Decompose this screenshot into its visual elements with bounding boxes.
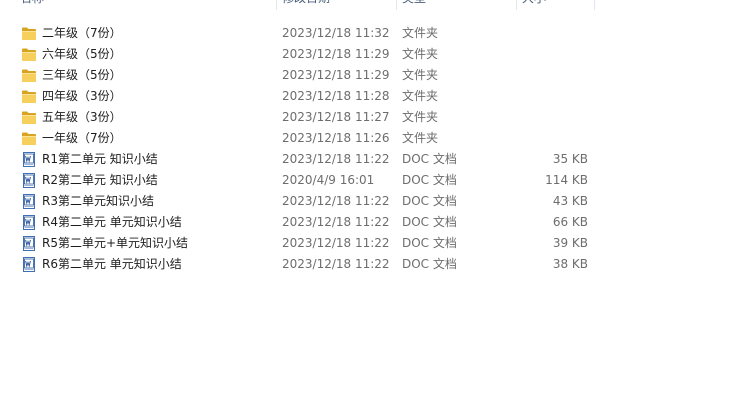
folder-icon: [21, 89, 37, 104]
file-name: R6第二单元 单元知识小结: [42, 257, 182, 271]
file-list: 二年级（7份） 2023/12/18 11:32 文件夹 六年级（5份） 2023/12…: [0, 23, 749, 275]
file-size: [520, 86, 588, 107]
column-header-date[interactable]: 修改日期: [276, 0, 396, 12]
file-name: R5第二单元+单元知识小结: [42, 236, 189, 250]
file-type: 文件夹: [402, 89, 439, 103]
file-type: 文件夹: [402, 26, 439, 40]
file-modified-date: 2023/12/18 11:29: [282, 68, 390, 82]
file-row[interactable]: 一年级（7份） 2023/12/18 11:26 文件夹: [0, 128, 749, 149]
file-name: 二年级（7份）: [42, 26, 122, 40]
file-name: 一年级（7份）: [42, 131, 122, 145]
word-doc-icon: [21, 173, 37, 188]
file-type: DOC 文档: [402, 215, 457, 229]
file-modified-date: 2020/4/9 16:01: [282, 173, 375, 187]
word-doc-icon: [21, 194, 37, 209]
file-modified-date: 2023/12/18 11:28: [282, 89, 390, 103]
file-type: DOC 文档: [402, 173, 457, 187]
file-type: 文件夹: [402, 131, 439, 145]
file-type: DOC 文档: [402, 194, 457, 208]
file-name: 三年级（5份）: [42, 68, 122, 82]
file-modified-date: 2023/12/18 11:27: [282, 110, 390, 124]
file-size: 43 KB: [552, 194, 588, 208]
file-modified-date: 2023/12/18 11:22: [282, 152, 390, 166]
file-row[interactable]: R1第二单元 知识小结 2023/12/18 11:22 DOC 文档 35 KB: [0, 149, 749, 170]
word-doc-icon: [21, 257, 37, 272]
file-size: [520, 44, 588, 65]
file-type: DOC 文档: [402, 152, 457, 166]
word-doc-icon: [21, 215, 37, 230]
file-row[interactable]: R6第二单元 单元知识小结 2023/12/18 11:22 DOC 文档 38 KB: [0, 254, 749, 275]
folder-icon: [21, 68, 37, 83]
column-header-size[interactable]: 大小: [516, 0, 594, 12]
file-type: 文件夹: [402, 47, 439, 61]
file-size: [520, 107, 588, 128]
file-row[interactable]: R3第二单元知识小结 2023/12/18 11:22 DOC 文档 43 KB: [0, 191, 749, 212]
folder-icon: [21, 131, 37, 146]
file-row[interactable]: 六年级（5份） 2023/12/18 11:29 文件夹: [0, 44, 749, 65]
file-row[interactable]: 三年级（5份） 2023/12/18 11:29 文件夹: [0, 65, 749, 86]
file-row[interactable]: R2第二单元 知识小结 2020/4/9 16:01 DOC 文档 114 KB: [0, 170, 749, 191]
file-modified-date: 2023/12/18 11:22: [282, 257, 390, 271]
word-doc-icon: [21, 152, 37, 167]
file-modified-date: 2023/12/18 11:26: [282, 131, 390, 145]
column-header-type[interactable]: 类型: [396, 0, 516, 12]
file-name: R1第二单元 知识小结: [42, 152, 158, 166]
file-name: 五年级（3份）: [42, 110, 122, 124]
file-explorer-window: 名称 修改日期 类型 大小 二年级（7份） 2023/12/18 11:32 文件夹…: [0, 0, 749, 398]
folder-icon: [21, 47, 37, 62]
file-row[interactable]: R5第二单元+单元知识小结 2023/12/18 11:22 DOC 文档 39 KB: [0, 233, 749, 254]
file-size: [520, 128, 588, 149]
file-row[interactable]: 五年级（3份） 2023/12/18 11:27 文件夹: [0, 107, 749, 128]
file-size: [520, 23, 588, 44]
file-row[interactable]: R4第二单元 单元知识小结 2023/12/18 11:22 DOC 文档 66 KB: [0, 212, 749, 233]
file-size: [520, 65, 588, 86]
file-name: R2第二单元 知识小结: [42, 173, 158, 187]
file-name: 四年级（3份）: [42, 89, 122, 103]
file-size: 39 KB: [552, 236, 588, 250]
file-type: DOC 文档: [402, 236, 457, 250]
file-name: R3第二单元知识小结: [42, 194, 154, 208]
folder-icon: [21, 110, 37, 125]
file-size: 114 KB: [545, 173, 588, 187]
file-name: 六年级（5份）: [42, 47, 122, 61]
column-divider[interactable]: [594, 0, 595, 10]
file-type: 文件夹: [402, 68, 439, 82]
file-row[interactable]: 四年级（3份） 2023/12/18 11:28 文件夹: [0, 86, 749, 107]
column-header-name[interactable]: 名称: [14, 0, 276, 12]
word-doc-icon: [21, 236, 37, 251]
file-type: DOC 文档: [402, 257, 457, 271]
file-modified-date: 2023/12/18 11:29: [282, 47, 390, 61]
file-modified-date: 2023/12/18 11:22: [282, 215, 390, 229]
file-modified-date: 2023/12/18 11:22: [282, 236, 390, 250]
file-name: R4第二单元 单元知识小结: [42, 215, 182, 229]
file-type: 文件夹: [402, 110, 439, 124]
folder-icon: [21, 26, 37, 41]
file-row[interactable]: 二年级（7份） 2023/12/18 11:32 文件夹: [0, 23, 749, 44]
file-modified-date: 2023/12/18 11:32: [282, 26, 390, 40]
file-size: 66 KB: [552, 215, 588, 229]
file-size: 38 KB: [552, 257, 588, 271]
file-modified-date: 2023/12/18 11:22: [282, 194, 390, 208]
column-header: 名称 修改日期 类型 大小: [0, 0, 749, 12]
file-size: 35 KB: [552, 152, 588, 166]
